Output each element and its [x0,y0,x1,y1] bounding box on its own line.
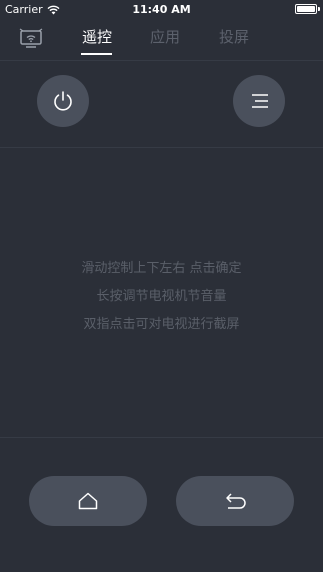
touchpad-bottom-divider [0,437,323,438]
tab-divider [0,60,323,61]
menu-button[interactable] [233,75,285,127]
tab-apps[interactable]: 应用 [140,26,190,47]
menu-icon [252,94,268,108]
hint-swipe: 滑动控制上下左右 点击确定 [81,261,242,276]
home-button[interactable] [29,476,147,526]
tab-screen-cast[interactable]: 投屏 [209,26,259,47]
battery-icon [295,4,317,14]
back-button[interactable] [176,476,294,526]
power-button[interactable] [37,75,89,127]
back-icon [226,493,246,509]
battery-tip [318,7,320,11]
active-tab-indicator [81,53,112,55]
power-icon [54,91,72,111]
hint-screenshot: 双指点击可对电视进行截屏 [83,317,240,332]
battery-fill [297,6,315,12]
home-icon [78,492,98,510]
touchpad-hints[interactable]: 滑动控制上下左右 点击确定 长按调节电视机节音量 双指点击可对电视进行截屏 [0,255,323,339]
status-bar: Carrier 11:40 AM [0,0,323,20]
tv-icon[interactable] [19,27,43,49]
tab-bar: 遥控 应用 投屏 [0,20,323,60]
status-time: 11:40 AM [132,3,191,16]
touchpad-top-divider [0,147,323,148]
tab-remote[interactable]: 遥控 [72,26,122,47]
hint-volume: 长按调节电视机节音量 [96,289,227,304]
remote-control-screen: Carrier 11:40 AM 遥控 应用 投屏 滑动控制上下左右 点击确定 … [0,0,323,572]
